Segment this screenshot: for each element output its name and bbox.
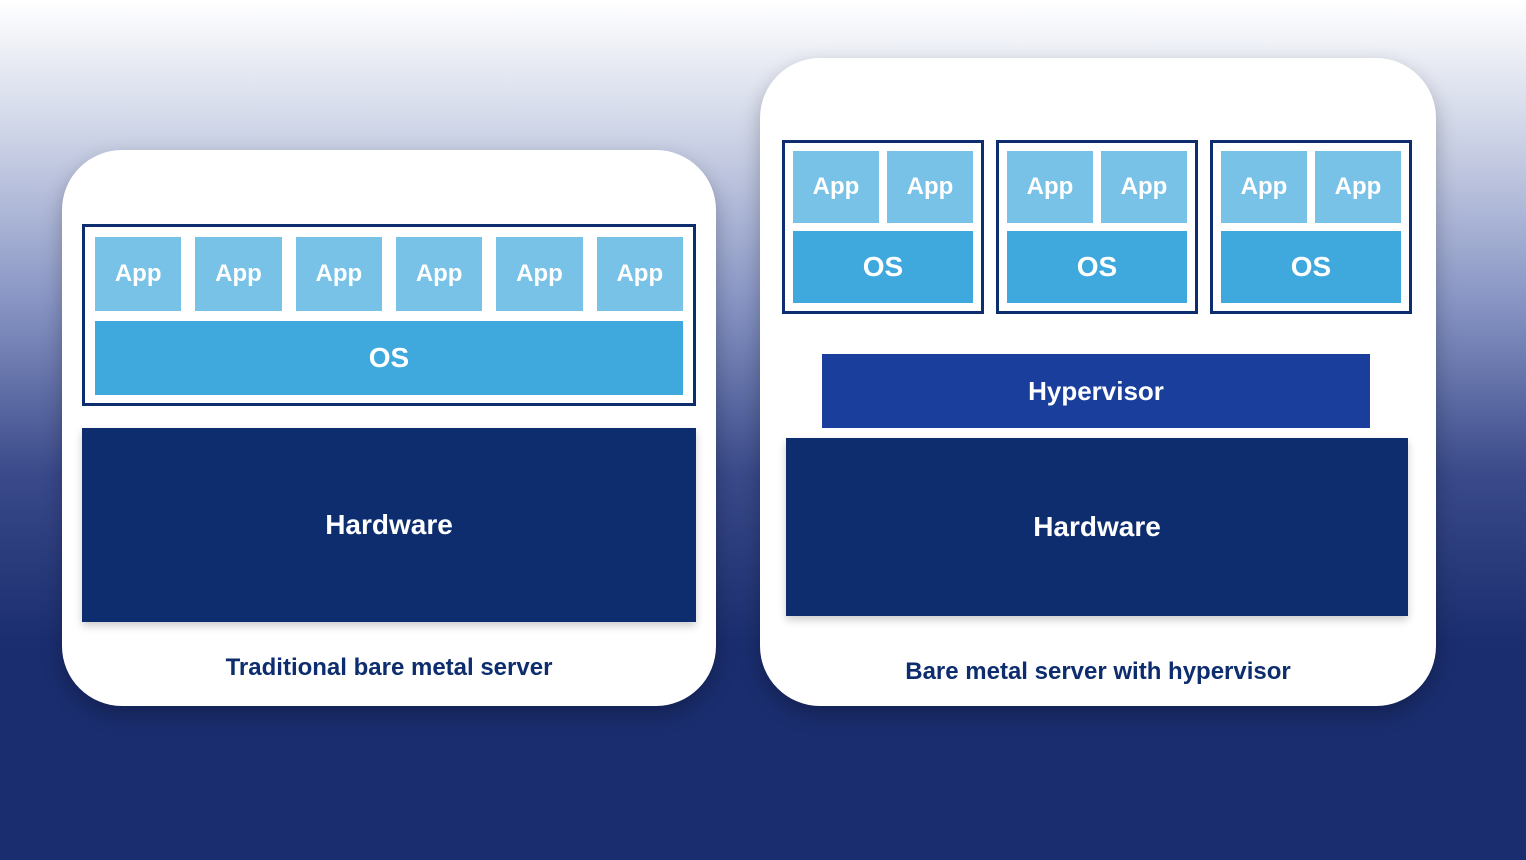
vm-app-row: App App (1007, 151, 1187, 223)
app-block: App (95, 237, 181, 311)
app-block: App (1315, 151, 1401, 223)
os-block: OS (1007, 231, 1187, 303)
app-block: App (887, 151, 973, 223)
os-block: OS (1221, 231, 1401, 303)
app-block: App (1221, 151, 1307, 223)
app-row: App App App App App App (95, 237, 683, 311)
vm-box: App App OS (782, 140, 984, 314)
os-apps-frame: App App App App App App OS (82, 224, 696, 406)
hardware-block: Hardware (82, 428, 696, 622)
os-block: OS (793, 231, 973, 303)
hypervisor-caption: Bare metal server with hypervisor (760, 658, 1436, 686)
os-block: OS (95, 321, 683, 395)
hardware-block: Hardware (786, 438, 1408, 616)
vm-box: App App OS (996, 140, 1198, 314)
app-block: App (597, 237, 683, 311)
vm-row: App App OS App App OS App App OS (782, 140, 1412, 314)
app-block: App (1101, 151, 1187, 223)
vm-box: App App OS (1210, 140, 1412, 314)
app-block: App (396, 237, 482, 311)
hypervisor-server-card: App App OS App App OS App App OS Hypervi… (760, 58, 1436, 706)
hypervisor-block: Hypervisor (822, 354, 1370, 428)
app-block: App (793, 151, 879, 223)
traditional-caption: Traditional bare metal server (62, 654, 716, 682)
vm-app-row: App App (793, 151, 973, 223)
app-block: App (1007, 151, 1093, 223)
app-block: App (496, 237, 582, 311)
app-block: App (195, 237, 281, 311)
app-block: App (296, 237, 382, 311)
traditional-server-card: App App App App App App OS Hardware Trad… (62, 150, 716, 706)
vm-app-row: App App (1221, 151, 1401, 223)
